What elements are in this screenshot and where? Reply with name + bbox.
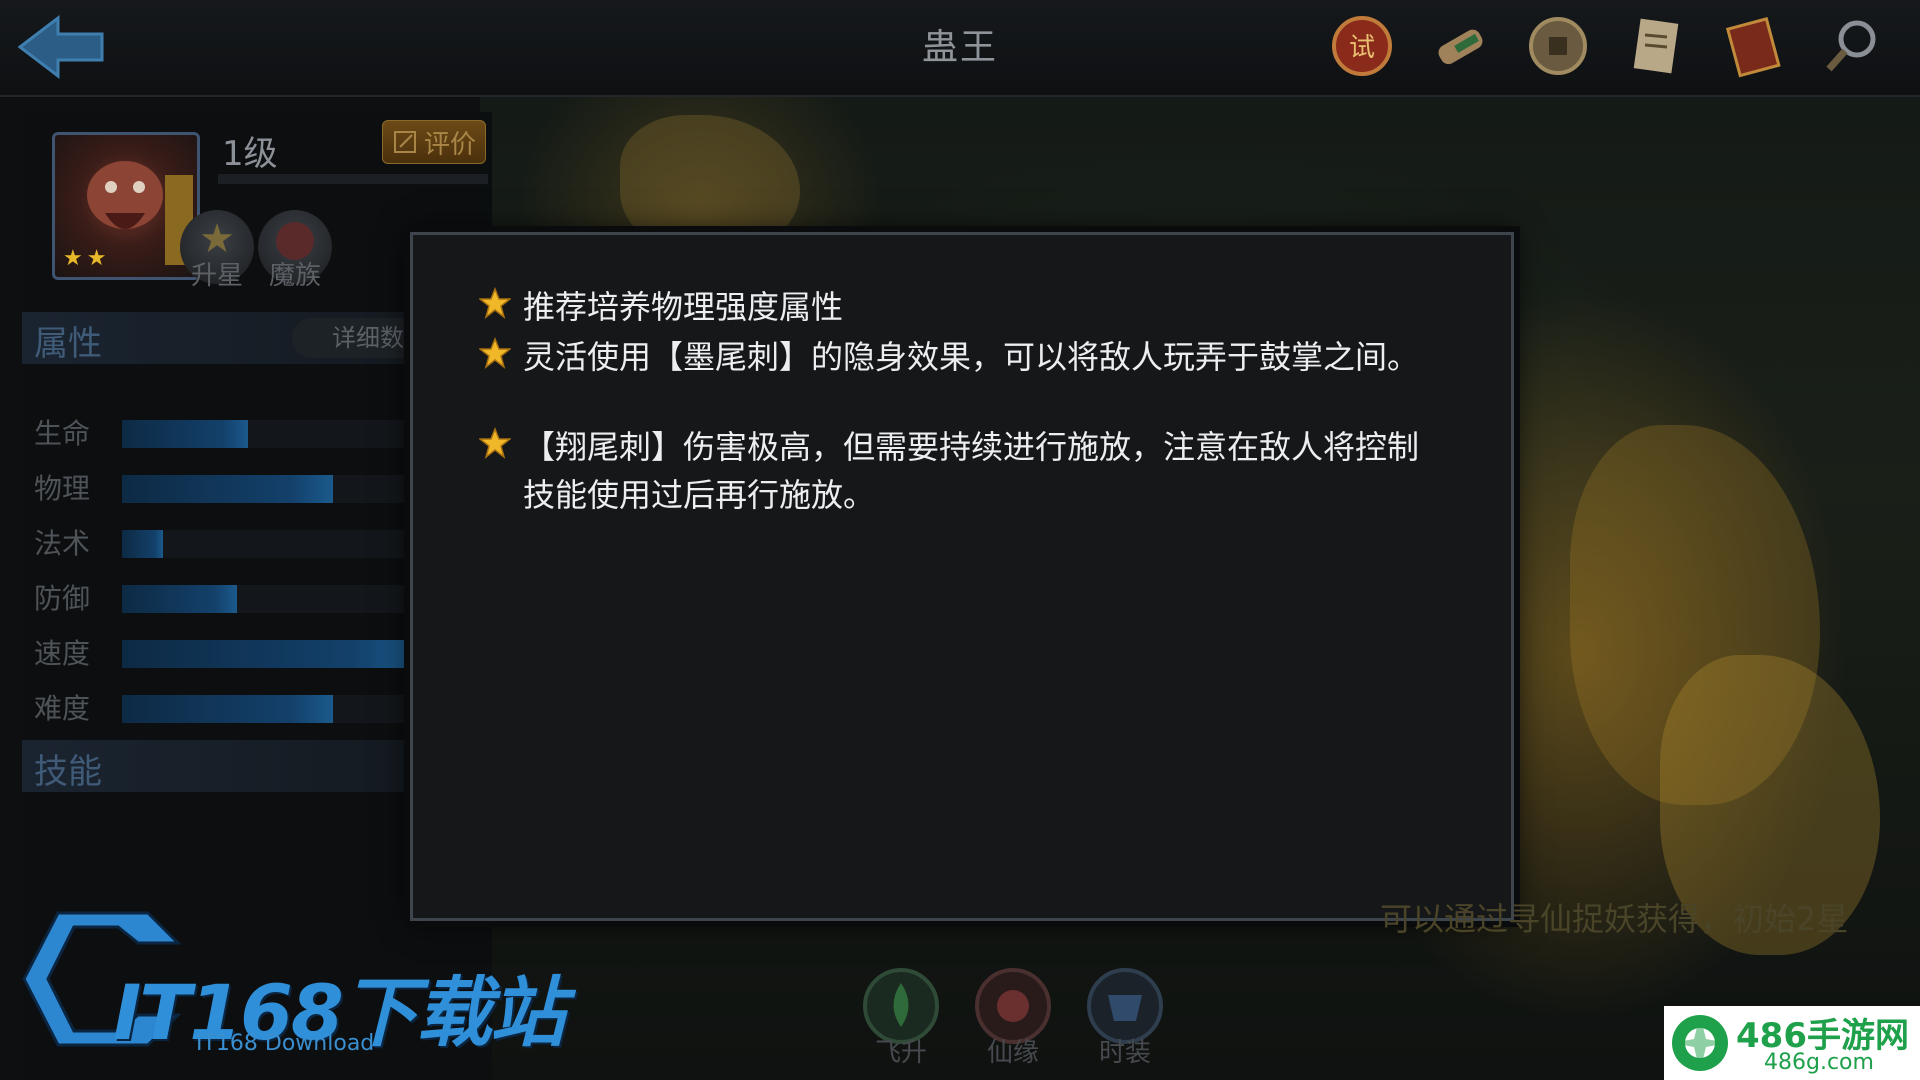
tip-item: 推荐培养物理强度属性 bbox=[477, 283, 1429, 331]
site486-url: 486g.com bbox=[1764, 1050, 1874, 1075]
skills-title: 技能 bbox=[34, 752, 102, 792]
tab-label: 时装 bbox=[1098, 1038, 1151, 1068]
rate-button[interactable]: 评价 bbox=[382, 120, 486, 164]
badge-label: 魔族 bbox=[268, 261, 321, 291]
clan-badge[interactable]: 魔族 bbox=[258, 210, 332, 291]
tip-item: 灵活使用【墨尾刺】的隐身效果，可以将敌人玩弄于鼓掌之间。 bbox=[477, 333, 1429, 381]
edit-icon bbox=[393, 131, 416, 153]
tab-label: 飞升 bbox=[874, 1038, 927, 1068]
scroll-icon[interactable] bbox=[1422, 8, 1498, 84]
stat-bar-fill bbox=[122, 640, 411, 668]
tip-text: 灵活使用【墨尾刺】的隐身效果，可以将敌人玩弄于鼓掌之间。 bbox=[523, 338, 1420, 376]
star-icon: ★ bbox=[86, 246, 107, 271]
tab-fate[interactable]: 仙缘 bbox=[972, 965, 1054, 1068]
tip-item: 【翔尾刺】伤害极高，但需要持续进行施放，注意在敌人将控制技能使用过后再行施放。 bbox=[477, 423, 1429, 519]
stat-bar-fill bbox=[122, 530, 163, 558]
site486-watermark: 486手游网 486g.com bbox=[1664, 1006, 1920, 1080]
stat-label: 法术 bbox=[34, 527, 91, 560]
demon-clan-icon bbox=[276, 222, 314, 260]
stat-bar-fill bbox=[122, 695, 333, 723]
svg-text:试: 试 bbox=[1349, 33, 1375, 63]
hero-star-rating: ★ ★ bbox=[63, 246, 106, 271]
stat-bar-fill bbox=[122, 585, 237, 613]
tip-text: 推荐培养物理强度属性 bbox=[523, 288, 844, 326]
document-icon[interactable] bbox=[1618, 8, 1694, 84]
tab-label: 仙缘 bbox=[986, 1038, 1039, 1068]
stat-label: 速度 bbox=[34, 637, 91, 670]
stat-bar-fill bbox=[122, 420, 248, 448]
book-icon[interactable] bbox=[1716, 8, 1792, 84]
tip-text: 【翔尾刺】伤害极高，但需要持续进行施放，注意在敌人将控制技能使用过后再行施放。 bbox=[523, 428, 1420, 514]
star-icon bbox=[477, 423, 523, 519]
it168-watermark: IT168下载站 IT168 Download bbox=[18, 893, 566, 1065]
trial-seal-icon[interactable]: 试 bbox=[1324, 8, 1400, 84]
star-icon bbox=[477, 283, 523, 331]
obtain-hint: 可以通过寻仙捉妖获得，初始2星 bbox=[1380, 900, 1849, 938]
star-badge-icon: ★ bbox=[199, 216, 235, 262]
tips-dialog: 推荐培养物理强度属性灵活使用【墨尾刺】的隐身效果，可以将敌人玩弄于鼓掌之间。【翔… bbox=[410, 232, 1514, 921]
magnifier-icon[interactable] bbox=[1814, 8, 1890, 84]
stat-label: 防御 bbox=[34, 582, 91, 615]
coin-icon[interactable] bbox=[1520, 8, 1596, 84]
stat-bar-fill bbox=[122, 475, 333, 503]
tab-costume[interactable]: 时装 bbox=[1084, 965, 1166, 1068]
it168-watermark-subtext: IT168 Download bbox=[196, 1031, 375, 1056]
top-toolbar: 试 bbox=[1324, 8, 1890, 84]
rate-button-label: 评价 bbox=[423, 129, 476, 160]
bottom-tabs: 飞升 仙缘 时装 bbox=[860, 965, 1166, 1068]
tab-ascend[interactable]: 飞升 bbox=[860, 965, 942, 1068]
level-progress-bar bbox=[218, 174, 488, 184]
star-icon bbox=[477, 333, 523, 381]
attributes-title: 属性 bbox=[34, 324, 102, 364]
star-icon: ★ bbox=[63, 246, 83, 271]
stat-label: 物理 bbox=[34, 472, 91, 505]
hero-portrait[interactable]: ★ ★ bbox=[52, 132, 200, 280]
upgrade-star-badge[interactable]: ★ 升星 bbox=[180, 210, 254, 291]
top-bar: 蛊王 试 bbox=[0, 0, 1920, 97]
stat-label: 难度 bbox=[34, 692, 91, 725]
hero-level: 1级 bbox=[222, 134, 278, 174]
site486-logo-icon bbox=[1672, 1015, 1728, 1071]
stat-label: 生命 bbox=[34, 417, 91, 450]
